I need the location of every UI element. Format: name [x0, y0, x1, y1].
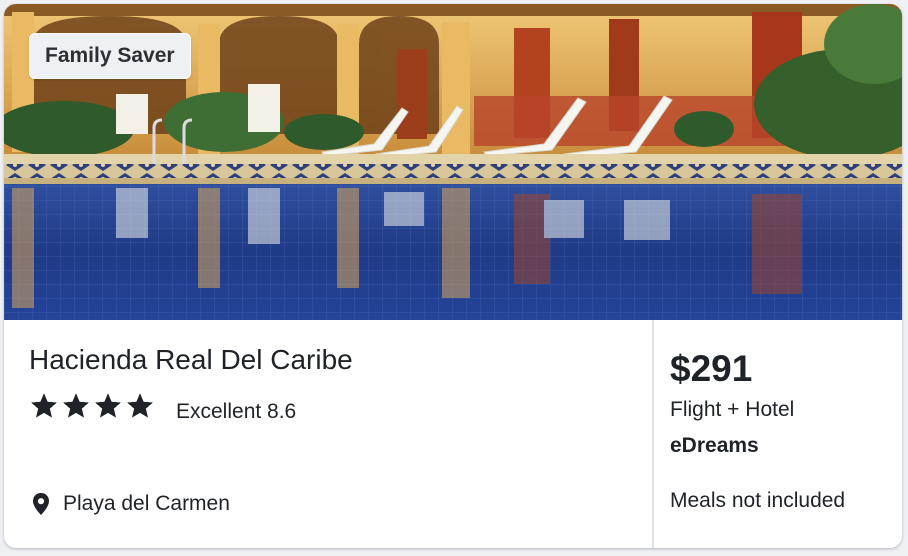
review-score: Excellent 8.6	[176, 400, 297, 423]
price: $291	[670, 348, 753, 389]
provider-name: eDreams	[670, 434, 759, 457]
star-icon	[95, 393, 121, 418]
package-type: Flight + Hotel	[670, 398, 795, 421]
star-icon	[31, 393, 57, 418]
price-panel[interactable]: $291 Flight + Hotel eDreams Meals not in…	[654, 320, 902, 548]
star-rating	[29, 391, 155, 421]
meals-info: Meals not included	[670, 489, 846, 512]
star-icon	[127, 393, 153, 418]
star-icon	[63, 393, 89, 418]
family-saver-badge: Family Saver	[29, 33, 191, 79]
hotel-photo[interactable]: Family Saver	[4, 4, 902, 320]
location-pin-icon	[33, 493, 49, 515]
hotel-info: Hacienda Real Del Caribe Excellent 8.6 P…	[4, 320, 654, 548]
location-name: Playa del Carmen	[63, 492, 230, 515]
hotel-name[interactable]: Hacienda Real Del Caribe	[29, 344, 353, 376]
location: Playa del Carmen	[31, 492, 230, 516]
hotel-offer-card[interactable]: Family Saver Hacienda Real Del Caribe Ex…	[4, 4, 902, 548]
